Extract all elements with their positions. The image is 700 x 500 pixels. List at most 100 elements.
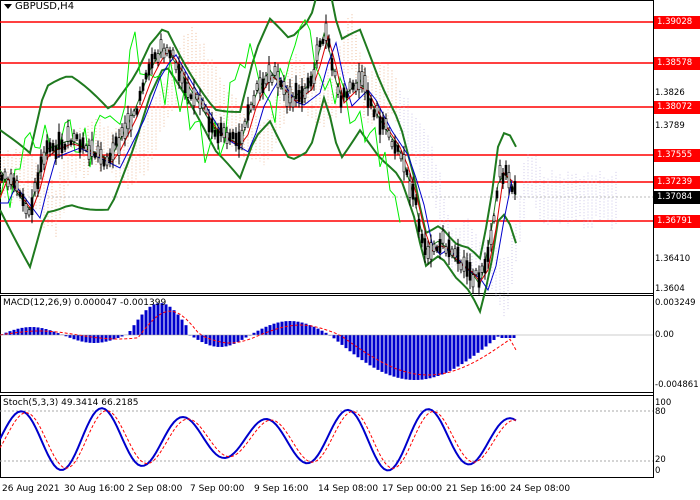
chart-window[interactable]: GBPUSD,H4 1.39028 1.38578 1.38072 1.3755… bbox=[0, 0, 700, 500]
candle-body bbox=[477, 272, 481, 288]
time-axis-label: 17 Sep 00:00 bbox=[382, 484, 443, 494]
macd-histogram-bar bbox=[448, 335, 452, 371]
candle-body bbox=[405, 169, 409, 176]
macd-histogram-bar bbox=[288, 321, 292, 335]
macd-histogram-bar bbox=[108, 335, 112, 341]
macd-histogram-bar bbox=[388, 335, 392, 376]
macd-histogram-bar bbox=[332, 335, 336, 339]
macd-histogram-bar bbox=[148, 306, 152, 335]
candle-body bbox=[420, 233, 424, 244]
candle-body bbox=[138, 90, 142, 101]
candle-body bbox=[285, 91, 289, 107]
bollinger-lower-line bbox=[0, 67, 517, 315]
price-chart-canvas[interactable] bbox=[0, 0, 700, 500]
macd-histogram-bar bbox=[396, 335, 400, 378]
candle-body bbox=[336, 86, 340, 95]
stoch-label: Stoch(5,3,3) 49.3414 66.2185 bbox=[3, 398, 139, 408]
stoch-axis-tick: 20 bbox=[655, 455, 666, 465]
macd-histogram-bar bbox=[472, 335, 476, 356]
level-tag-5: 1.37239 bbox=[654, 176, 700, 189]
time-axis-label: 7 Sep 00:00 bbox=[190, 484, 245, 494]
macd-histogram-bar bbox=[224, 335, 228, 347]
candle-body bbox=[60, 139, 64, 154]
candle-body bbox=[81, 137, 85, 149]
candle-body bbox=[144, 72, 148, 80]
candle-body bbox=[414, 197, 418, 206]
macd-histogram-bar bbox=[468, 335, 472, 359]
level-tag-1: 1.39028 bbox=[654, 16, 700, 29]
candle-body bbox=[186, 82, 190, 98]
candle-body bbox=[99, 148, 103, 165]
macd-histogram-bar bbox=[256, 330, 260, 335]
candle-body bbox=[231, 131, 235, 140]
candle-body bbox=[261, 78, 265, 93]
level-tag-4: 1.37555 bbox=[654, 149, 700, 162]
candle-body bbox=[357, 71, 361, 90]
candle-body bbox=[480, 265, 484, 273]
stoch-axis-tick: 80 bbox=[655, 407, 666, 417]
candle-body bbox=[312, 69, 316, 84]
candle-body bbox=[90, 139, 94, 157]
macd-histogram-bar bbox=[340, 335, 344, 345]
candle-body bbox=[174, 62, 178, 71]
macd-histogram-bar bbox=[480, 335, 484, 350]
macd-histogram-bar bbox=[272, 323, 276, 335]
macd-pane-frame bbox=[0, 295, 654, 393]
level-tag-3: 1.38072 bbox=[654, 101, 700, 114]
candle-body bbox=[318, 40, 322, 47]
macd-histogram-bar bbox=[428, 335, 432, 379]
candle-body bbox=[12, 177, 16, 188]
candle-body bbox=[369, 98, 373, 107]
macd-histogram-bar bbox=[372, 335, 376, 368]
macd-histogram-bar bbox=[96, 335, 100, 343]
macd-histogram-bar bbox=[508, 335, 512, 338]
macd-histogram-bar bbox=[436, 335, 440, 376]
symbol-title[interactable]: GBPUSD,H4 bbox=[4, 1, 74, 12]
candle-body bbox=[69, 140, 73, 146]
candle-body bbox=[117, 137, 121, 156]
candle-body bbox=[267, 64, 271, 83]
candle-body bbox=[249, 104, 253, 111]
level-tag-6: 1.36791 bbox=[654, 215, 700, 228]
dropdown-triangle-icon[interactable] bbox=[4, 4, 12, 9]
candle-body bbox=[279, 80, 283, 87]
candle-body bbox=[426, 246, 430, 259]
candle-body bbox=[171, 49, 175, 57]
candle-body bbox=[228, 132, 232, 142]
candle-body bbox=[309, 76, 313, 87]
candle-body bbox=[501, 172, 505, 185]
candle-body bbox=[198, 94, 202, 109]
macd-histogram-bar bbox=[204, 335, 208, 344]
candle-body bbox=[345, 91, 349, 98]
symbol-label: GBPUSD,H4 bbox=[15, 1, 75, 12]
candle-body bbox=[210, 118, 214, 133]
candle-body bbox=[384, 118, 388, 130]
price-axis-tick: 1.3604 bbox=[655, 284, 685, 294]
candle-body bbox=[177, 64, 181, 81]
candle-body bbox=[282, 81, 286, 95]
macd-histogram-bar bbox=[460, 335, 464, 365]
time-axis-label: 24 Sep 08:00 bbox=[510, 484, 571, 494]
macd-histogram-bar bbox=[308, 325, 312, 335]
price-axis-tick: 1.3826 bbox=[655, 88, 685, 98]
candle-body bbox=[288, 86, 292, 104]
candle-body bbox=[507, 172, 511, 189]
candle-body bbox=[459, 262, 463, 271]
candle-body bbox=[375, 105, 379, 115]
candle-body bbox=[342, 87, 346, 98]
macd-label: MACD(12,26,9) 0.000047 -0.001399 bbox=[3, 298, 167, 308]
macd-histogram-bar bbox=[364, 335, 368, 363]
macd-histogram-bar bbox=[240, 335, 244, 340]
candle-body bbox=[360, 71, 364, 86]
candle-body bbox=[159, 39, 163, 53]
candle-body bbox=[453, 248, 457, 258]
macd-histogram-bar bbox=[236, 335, 240, 343]
time-axis-label: 26 Aug 2021 bbox=[2, 484, 60, 494]
candle-body bbox=[492, 215, 496, 222]
macd-histogram-bar bbox=[400, 335, 404, 379]
macd-histogram-bar bbox=[376, 335, 380, 370]
candle-body bbox=[474, 269, 478, 275]
candle-body bbox=[135, 108, 139, 115]
candle-body bbox=[66, 126, 70, 142]
macd-axis-tick: 0.00 bbox=[655, 330, 674, 340]
